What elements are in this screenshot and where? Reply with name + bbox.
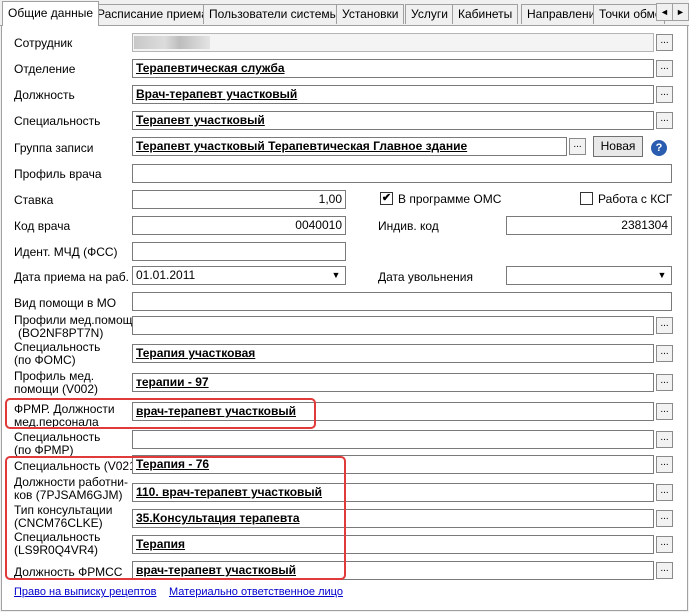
profile-v002-label-2: помощи (V002) <box>14 382 99 396</box>
help-icon[interactable]: ? <box>651 140 667 156</box>
doctor-code-field[interactable]: 0040010 <box>132 216 346 235</box>
spec-frmr-picker-button[interactable]: ... <box>656 431 673 448</box>
consult-type-label-2: (CNCM76CLKE) <box>14 516 103 530</box>
group-field[interactable]: Терапевт участковый Терапевтическая Глав… <box>132 137 567 156</box>
spec-foms-label-2: (по ФОМС) <box>14 353 76 367</box>
pos-frmss-field[interactable]: врач-терапевт участковый <box>132 561 654 580</box>
consult-type-picker-button[interactable]: ... <box>656 510 673 527</box>
fire-date-label: Дата увольнения <box>378 270 473 284</box>
spec-frmr-label-2: (по ФРМР) <box>14 443 74 457</box>
oms-checkbox[interactable]: ✔ <box>380 192 393 205</box>
spec-ls9-field[interactable]: Терапия <box>132 535 654 554</box>
frmr-pos-picker-button[interactable]: ... <box>656 403 673 420</box>
department-field[interactable]: Терапевтическая служба <box>132 59 654 78</box>
group-picker-button[interactable]: ... <box>569 138 586 155</box>
tab-users[interactable]: Пользователи системы <box>203 4 345 24</box>
position-picker-button[interactable]: ... <box>656 86 673 103</box>
hire-date-combo[interactable]: 01.01.2011 ▼ <box>132 266 346 285</box>
ksg-checkbox[interactable] <box>580 192 593 205</box>
hire-date-label: Дата приема на раб. <box>14 270 129 284</box>
pos-frmss-picker-button[interactable]: ... <box>656 562 673 579</box>
hire-date-value: 01.01.2011 <box>136 268 196 282</box>
specialty-picker-button[interactable]: ... <box>656 112 673 129</box>
tab-scroll-left-button[interactable]: ◄ <box>656 3 673 21</box>
tab-scroll-right-button[interactable]: ► <box>672 3 689 21</box>
department-label: Отделение <box>14 62 76 76</box>
indiv-code-field[interactable]: 2381304 <box>506 216 672 235</box>
consult-type-field[interactable]: 35.Консультация терапевта <box>132 509 654 528</box>
spec-v021-field[interactable]: Терапия - 76 <box>132 455 654 474</box>
ident-mchd-field[interactable] <box>132 242 346 261</box>
tab-schedule[interactable]: Расписание приема <box>91 4 214 24</box>
profile-v002-field[interactable]: терапии - 97 <box>132 373 654 392</box>
workers-pos-label-2: ков (7PJSAM6GJM) <box>14 488 123 502</box>
med-profiles-field[interactable] <box>132 316 654 335</box>
care-type-label: Вид помощи в МО <box>14 296 117 310</box>
frmr-pos-field[interactable]: врач-терапевт участковый <box>132 402 654 421</box>
tab-general[interactable]: Общие данные <box>2 1 100 26</box>
spec-v021-label: Специальность (V021) <box>14 459 140 473</box>
spec-foms-picker-button[interactable]: ... <box>656 345 673 362</box>
doctor-profile-label: Профиль врача <box>14 167 102 181</box>
group-label: Группа записи <box>14 141 94 155</box>
doctor-profile-field[interactable] <box>132 164 672 183</box>
rate-field[interactable]: 1,00 <box>132 190 346 209</box>
doctor-code-label: Код врача <box>14 219 71 233</box>
tab-bar: Общие данные Расписание приема Пользоват… <box>0 0 689 26</box>
employee-field[interactable] <box>132 33 654 52</box>
oms-label: В программе ОМС <box>398 192 502 206</box>
spec-ls9-picker-button[interactable]: ... <box>656 536 673 553</box>
chevron-down-icon[interactable]: ▼ <box>329 269 343 282</box>
responsible-person-link[interactable]: Материально ответственное лицо <box>169 586 343 598</box>
employee-redacted <box>134 36 210 49</box>
workers-pos-picker-button[interactable]: ... <box>656 484 673 501</box>
specialty-label: Специальность <box>14 114 101 128</box>
workers-pos-field[interactable]: 110. врач-терапевт участковый <box>132 483 654 502</box>
department-picker-button[interactable]: ... <box>656 60 673 77</box>
ksg-label: Работа с КСГ <box>598 192 673 206</box>
employee-picker-button[interactable]: ... <box>656 34 673 51</box>
frmr-pos-label-2: мед.персонала <box>14 415 99 429</box>
spec-v021-picker-button[interactable]: ... <box>656 456 673 473</box>
prescriptions-link[interactable]: Право на выписку рецептов <box>14 586 157 598</box>
profile-v002-picker-button[interactable]: ... <box>656 374 673 391</box>
specialty-field[interactable]: Терапевт участковый <box>132 111 654 130</box>
tab-services[interactable]: Услуги <box>405 4 454 24</box>
position-field[interactable]: Врач-терапевт участковый <box>132 85 654 104</box>
rate-label: Ставка <box>14 193 54 207</box>
employee-label: Сотрудник <box>14 36 73 50</box>
tab-cabinets[interactable]: Кабинеты <box>452 4 519 24</box>
spec-ls9-label-2: (LS9R0Q4VR4) <box>14 543 99 557</box>
ident-mchd-label: Идент. МЧД (ФСС) <box>14 245 118 259</box>
indiv-code-label: Индив. код <box>378 219 439 233</box>
chevron-down-icon[interactable]: ▼ <box>655 269 669 282</box>
med-profiles-label-2: (BO2NF8PT7N) <box>18 326 104 340</box>
pos-frmss-label: Должность ФРМСС <box>14 565 123 579</box>
position-label: Должность <box>14 88 75 102</box>
new-group-button[interactable]: Новая <box>593 136 643 157</box>
care-type-field[interactable] <box>132 292 672 311</box>
spec-foms-field[interactable]: Терапия участковая <box>132 344 654 363</box>
tab-exchange[interactable]: Точки обмена <box>593 4 665 24</box>
tab-settings[interactable]: Установки <box>336 4 405 24</box>
spec-frmr-field[interactable] <box>132 430 654 449</box>
med-profiles-picker-button[interactable]: ... <box>656 317 673 334</box>
fire-date-combo[interactable]: ▼ <box>506 266 672 285</box>
